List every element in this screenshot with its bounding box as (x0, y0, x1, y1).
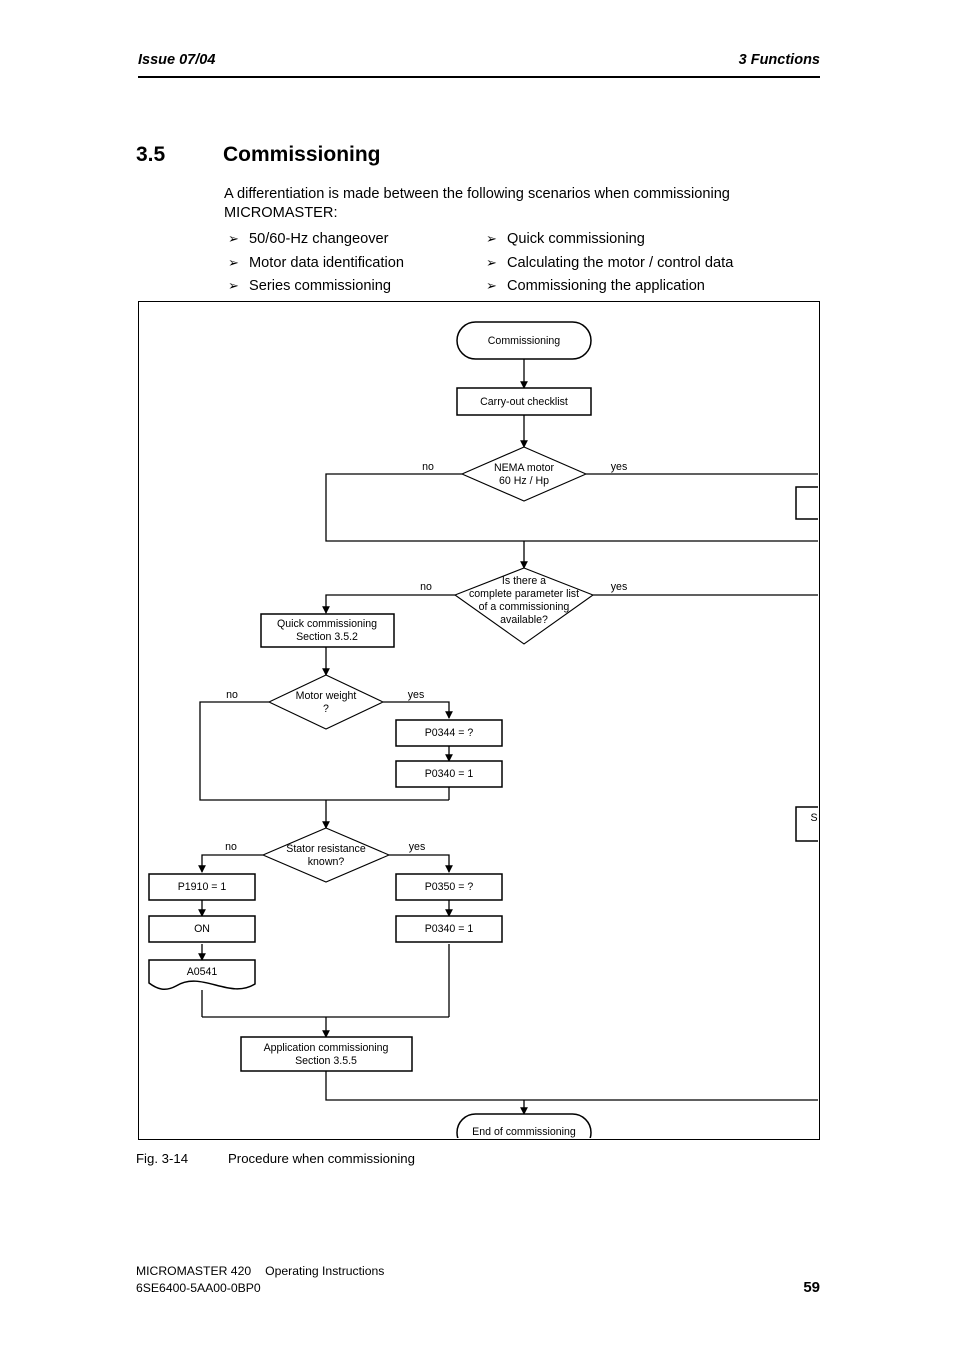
list-item-label: Series commissioning (249, 278, 391, 294)
connector-stator-yes (389, 854, 453, 874)
flow-node-p0340-a: P0340 = 1 (395, 760, 503, 788)
flow-node-stator-line1: Stator resistance (286, 843, 366, 855)
arrow-bullet-icon: ➢ (228, 231, 239, 246)
flow-node-p0344-label: P0344 = ? (425, 727, 474, 739)
flow-node-p1910: P1910 = 1 (148, 873, 256, 901)
flow-node-series-line1: Series commissioning (810, 812, 818, 824)
flow-node-paramlist-line4: available? (500, 614, 548, 626)
edge-label-paramlist-no: no (420, 581, 432, 593)
flow-node-a0541: A0541 (148, 959, 256, 991)
header-issue: Issue 07/04 (138, 52, 216, 68)
connector-paramlist-no (322, 594, 455, 615)
flow-node-p0344: P0344 = ? (395, 719, 503, 747)
header-chapter: 3 Functions (738, 52, 820, 68)
flow-node-application-line1: Application commissioning (264, 1042, 389, 1054)
list-item: ➢ 50/60-Hz changeover (228, 227, 478, 251)
connector-nema-no (325, 473, 818, 542)
flow-node-nema-decision: NEMA motor 60 Hz / Hp (460, 446, 588, 502)
flow-node-p0350-label: P0350 = ? (425, 881, 474, 893)
flow-node-paramlist-decision: Is there a complete parameter list of a … (453, 567, 595, 645)
connector-stator-no (198, 854, 263, 874)
flow-node-quick-line1: Quick commissioning (277, 618, 377, 630)
arrow-bullet-icon: ➢ (228, 278, 239, 293)
flow-node-stator-decision: Stator resistance known? (261, 827, 391, 883)
footer-line-1: MICROMASTER 420 Operating Instructions (136, 1263, 820, 1280)
page-number: 59 (803, 1278, 820, 1296)
flow-node-series-commissioning: Series commissioning Section 3.5.6 (795, 806, 818, 842)
edge-label-nema-no: no (422, 461, 434, 473)
arrow-bullet-icon: ➢ (486, 254, 497, 270)
header-rule (138, 76, 820, 78)
flow-node-p0340-a-label: P0340 = 1 (425, 768, 474, 780)
flow-node-p0340-b-label: P0340 = 1 (425, 923, 474, 935)
list-item-label: Motor data identification (249, 254, 404, 271)
list-item: ➢ Quick commissioning (486, 227, 816, 251)
edge-label-motorweight-no: no (226, 689, 238, 701)
bullet-list-right: ➢ Quick commissioning ➢ Calculating the … (486, 227, 816, 298)
figure-caption-text: Procedure when commissioning (228, 1151, 415, 1166)
footer-doc-type: Operating Instructions (265, 1264, 385, 1278)
list-item: ➢ Series commissioning (228, 274, 478, 298)
list-item: ➢ Motor data identification (228, 251, 478, 275)
list-item-label: Commissioning the application (507, 278, 705, 294)
connector-application-to-endbar (325, 1071, 818, 1101)
flow-node-nema-line1: NEMA motor (494, 462, 555, 474)
list-item-label: Calculating the motor / control data (507, 254, 734, 271)
intro-paragraph: A differentiation is made between the fo… (224, 186, 730, 221)
list-item-label: 50/60-Hz changeover (249, 231, 389, 247)
flow-node-stator-line2: known? (308, 856, 345, 868)
flow-node-end: End of commissioning (456, 1113, 592, 1138)
flow-node-motorweight-line1: Motor weight (296, 690, 357, 702)
list-item: ➢ Commissioning the application (486, 274, 816, 298)
flow-node-paramlist-line1: Is there a (502, 575, 546, 587)
flow-node-p0350: P0350 = ? (395, 873, 503, 901)
flow-node-application-commissioning: Application commissioning Section 3.5.5 (240, 1036, 413, 1072)
flow-node-on: ON (148, 915, 256, 943)
list-item: ➢ Calculating the motor / control data (486, 251, 816, 275)
flow-node-paramlist-line2: complete parameter list (469, 588, 579, 600)
page-footer: MICROMASTER 420 Operating Instructions 6S… (136, 1263, 820, 1296)
page-header: Issue 07/04 3 Functions (138, 52, 820, 68)
connector-nema-yes (586, 473, 818, 475)
figure-caption: Fig. 3-14 Procedure when commissioning (136, 1151, 415, 1166)
flow-node-end-label: End of commissioning (472, 1126, 576, 1138)
flow-node-p0340-b: P0340 = 1 (395, 915, 503, 943)
flow-node-application-line2: Section 3.5.5 (295, 1055, 357, 1067)
figure-caption-number: Fig. 3-14 (136, 1151, 189, 1166)
commissioning-flowchart: Commissioning Carry-out checklist NEMA m… (148, 321, 818, 1138)
flow-node-hz-setting: 50/60 Hz setting Section 3.5.1 (795, 486, 818, 520)
flow-node-p1910-label: P1910 = 1 (178, 881, 227, 893)
flow-node-start: Commissioning (456, 321, 592, 360)
flow-node-motorweight-decision: Motor weight ? (267, 674, 385, 730)
flow-node-quick-line2: Section 3.5.2 (296, 631, 358, 643)
arrow-bullet-icon: ➢ (228, 254, 239, 270)
footer-order-number: 6SE6400-5AA00-0BP0 (136, 1280, 261, 1295)
connector-motorweight-yes (383, 701, 453, 720)
arrow-bullet-icon: ➢ (486, 231, 497, 246)
section-number: 3.5 (136, 143, 166, 166)
footer-line-2: 6SE6400-5AA00-0BP0 59 (136, 1278, 820, 1297)
flow-node-paramlist-line3: of a commissioning (479, 601, 570, 613)
list-item-label: Quick commissioning (507, 231, 645, 247)
flow-node-a0541-label: A0541 (187, 966, 218, 978)
flow-node-checklist: Carry-out checklist (456, 387, 592, 416)
edge-label-stator-no: no (225, 841, 237, 853)
figure-frame: Commissioning Carry-out checklist NEMA m… (138, 301, 820, 1140)
footer-model: MICROMASTER 420 (136, 1264, 252, 1278)
edge-label-paramlist-yes: yes (611, 581, 628, 593)
bullet-list-left: ➢ 50/60-Hz changeover ➢ Motor data ident… (228, 227, 478, 298)
edge-label-stator-yes: yes (409, 841, 426, 853)
flow-node-start-label: Commissioning (488, 335, 561, 347)
flow-node-on-label: ON (194, 923, 210, 935)
flow-node-nema-line2: 60 Hz / Hp (499, 475, 549, 487)
edge-label-motorweight-yes: yes (408, 689, 425, 701)
flow-node-checklist-label: Carry-out checklist (480, 396, 568, 408)
connector-paramlist-yes (593, 594, 818, 596)
flow-node-motorweight-line2: ? (323, 703, 329, 715)
page-title: Commissioning (223, 143, 381, 166)
edge-label-nema-yes: yes (611, 461, 628, 473)
arrow-bullet-icon: ➢ (486, 278, 497, 293)
flow-node-quick-commissioning: Quick commissioning Section 3.5.2 (260, 613, 395, 648)
